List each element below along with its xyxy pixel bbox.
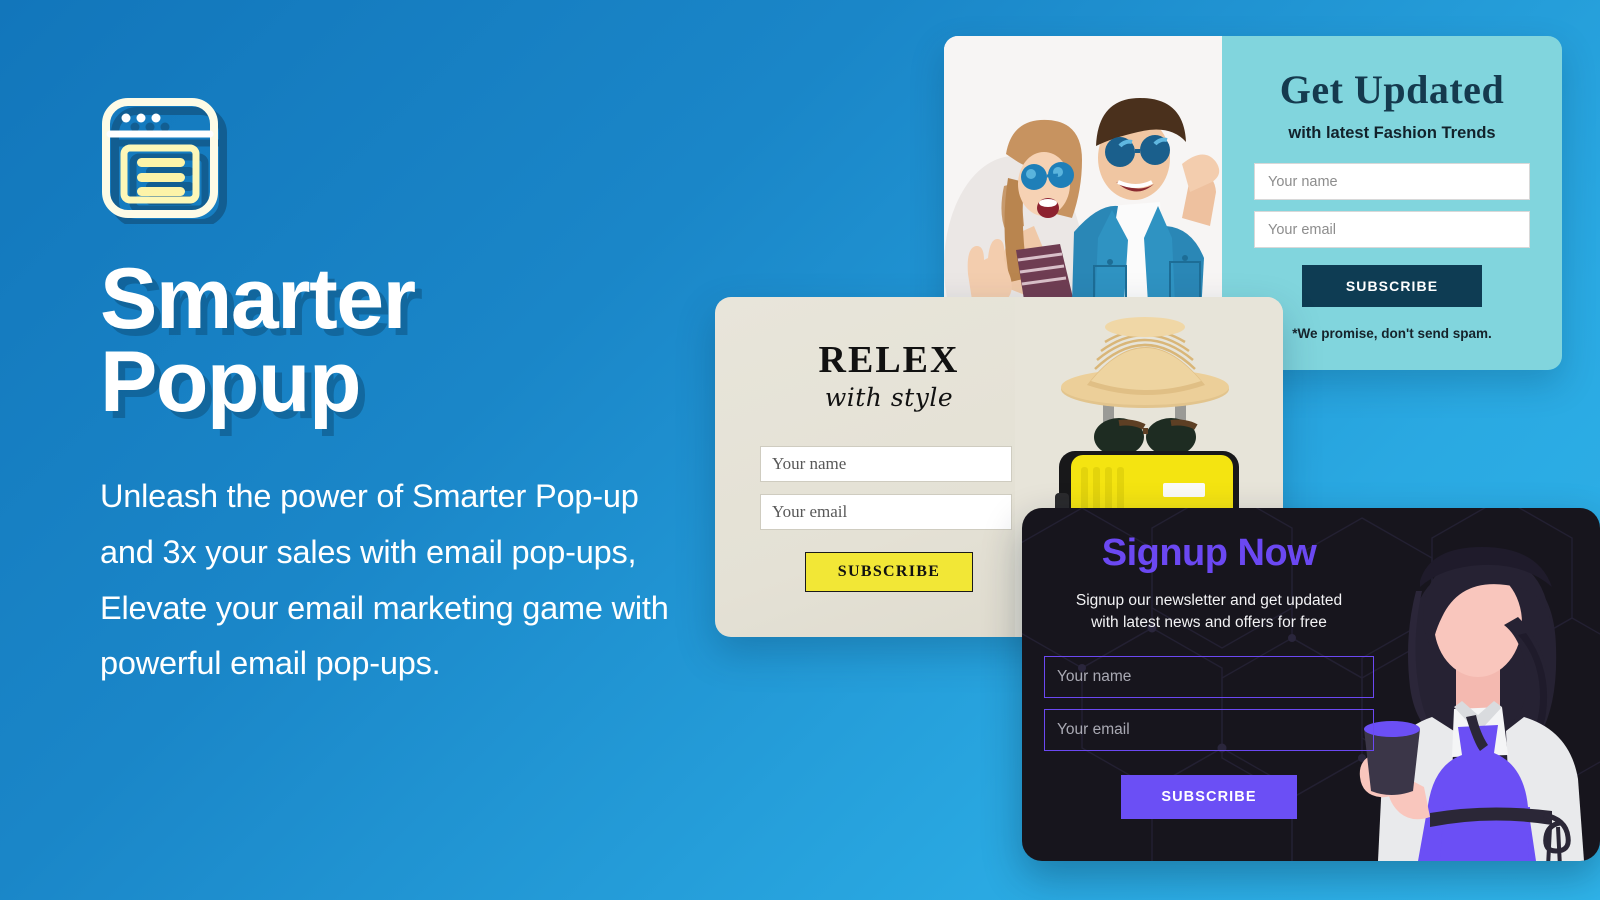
fashion-subscribe-button[interactable]: SUBSCRIBE: [1301, 265, 1483, 307]
relex-form-panel: RELEX with style Your name Your email SU…: [760, 341, 1018, 592]
relex-card-script: with style: [824, 383, 954, 412]
signup-form-panel: Signup Now Signup our newsletter and get…: [1044, 532, 1374, 820]
hero-banner: Smarter Popup Unleash the power of Smart…: [0, 0, 1600, 900]
relex-card-title: RELEX: [818, 339, 960, 381]
headline-line-1: Smarter: [100, 251, 416, 347]
popup-window-icon: [100, 96, 228, 224]
signup-email-input[interactable]: Your email: [1044, 709, 1374, 752]
signup-subtitle-line-1: Signup our newsletter and get updated: [1075, 592, 1343, 609]
signup-card-subtitle: Signup our newsletter and get updated wi…: [1044, 590, 1374, 634]
fashion-card-title: Get Updated: [1279, 67, 1505, 112]
barista-illustration: [1359, 547, 1584, 861]
fashion-name-input[interactable]: Your name: [1254, 163, 1530, 200]
signup-card-title: Signup Now: [1101, 532, 1317, 574]
fashion-card-subtitle: with latest Fashion Trends: [1288, 124, 1496, 142]
fashion-email-input[interactable]: Your email: [1254, 211, 1530, 248]
relex-name-input[interactable]: Your name: [760, 446, 1012, 482]
relex-email-input[interactable]: Your email: [760, 494, 1012, 530]
hero-left-column: Smarter Popup Unleash the power of Smart…: [100, 96, 760, 692]
signup-subtitle-line-2: with latest news and offers for free: [1091, 614, 1327, 632]
popup-card-signup: Signup Now Signup our newsletter and get…: [1022, 508, 1600, 861]
fashion-spam-note: *We promise, don't send spam.: [1292, 326, 1492, 341]
headline-line-2: Popup: [100, 334, 362, 431]
page-title: Smarter Popup: [100, 251, 760, 431]
signup-subscribe-button[interactable]: SUBSCRIBE: [1121, 775, 1297, 820]
relex-subscribe-button[interactable]: SUBSCRIBE: [805, 552, 973, 592]
hero-subcopy: Unleash the power of Smarter Pop-up and …: [100, 477, 669, 682]
signup-name-input[interactable]: Your name: [1044, 656, 1374, 699]
